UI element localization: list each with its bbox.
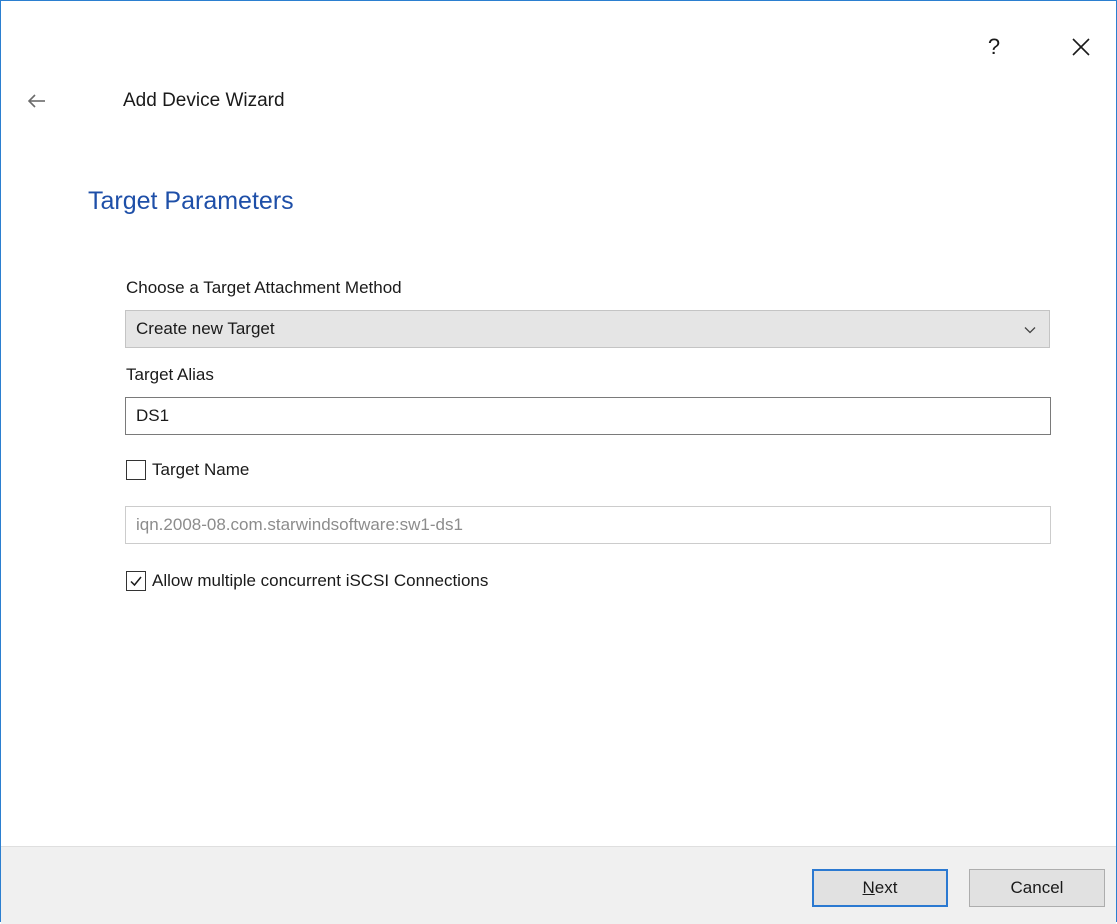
wizard-footer: Next Cancel [1, 846, 1116, 924]
attachment-method-value: Create new Target [136, 319, 275, 338]
question-mark-icon: ? [987, 34, 1001, 59]
target-name-input[interactable] [125, 506, 1051, 544]
checkmark-icon [130, 576, 142, 587]
wizard-window: ? Add Device Wizard Target Parameters Ch… [0, 0, 1117, 924]
concurrent-connections-label: Allow multiple concurrent iSCSI Connecti… [152, 571, 489, 590]
back-button[interactable] [19, 85, 55, 117]
next-label-rest: ext [874, 878, 898, 897]
target-alias-input[interactable] [125, 397, 1051, 435]
next-button[interactable]: Next [812, 869, 948, 907]
target-name-checkbox-row[interactable]: Target Name [126, 460, 249, 480]
concurrent-connections-checkbox[interactable] [126, 571, 146, 591]
close-button[interactable] [1061, 27, 1101, 67]
cancel-button[interactable]: Cancel [969, 869, 1105, 907]
help-button[interactable]: ? [976, 29, 1012, 65]
attachment-method-label: Choose a Target Attachment Method [126, 278, 402, 297]
target-name-label: Target Name [152, 460, 250, 479]
attachment-method-select[interactable]: Create new Target [125, 310, 1050, 348]
next-mnemonic: N [862, 878, 875, 897]
page-heading: Target Parameters [88, 187, 294, 215]
close-icon [1072, 38, 1090, 56]
chevron-down-icon [1024, 327, 1036, 334]
concurrent-connections-checkbox-row[interactable]: Allow multiple concurrent iSCSI Connecti… [126, 571, 488, 591]
target-name-checkbox[interactable] [126, 460, 146, 480]
target-alias-label: Target Alias [126, 365, 214, 384]
back-arrow-icon [28, 94, 45, 108]
wizard-title: Add Device Wizard [123, 90, 285, 111]
